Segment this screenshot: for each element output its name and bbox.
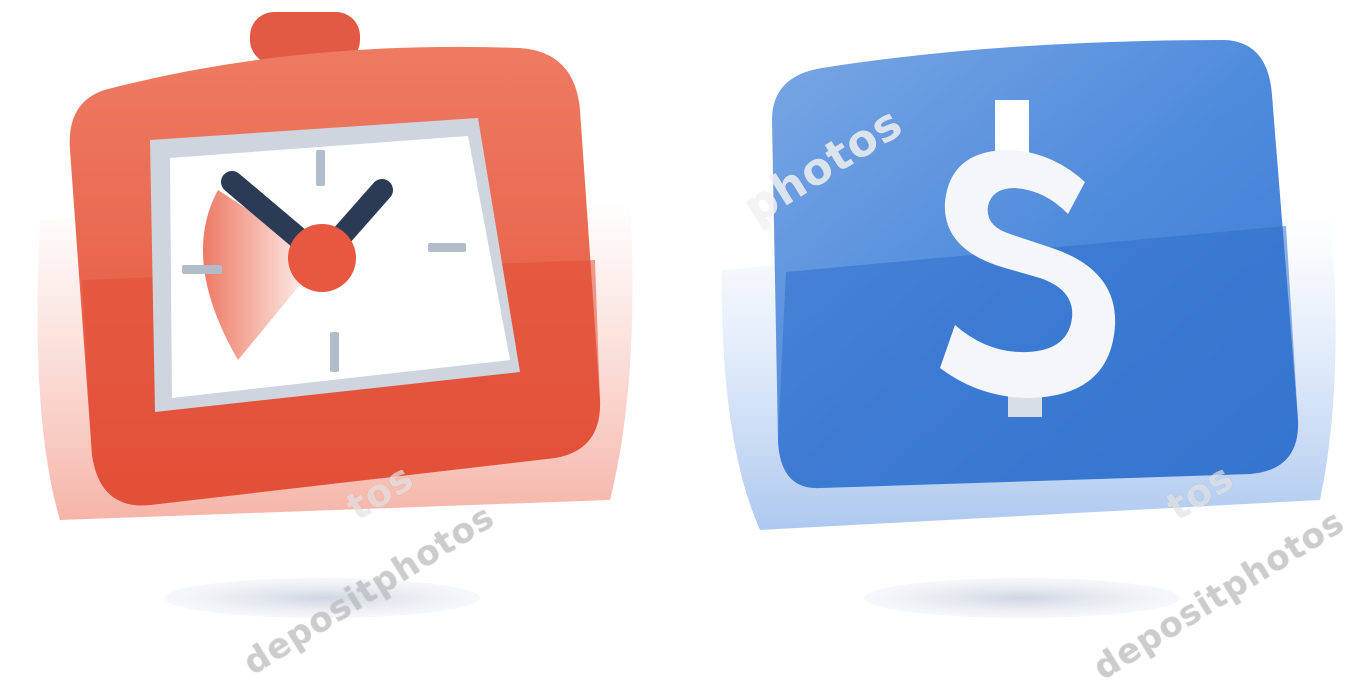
clock-center <box>288 224 356 292</box>
clock-tick-3 <box>428 243 466 252</box>
clock-tick-6 <box>330 332 339 372</box>
money-shadow <box>864 578 1180 618</box>
dollar-card-icon <box>721 40 1336 530</box>
illustration: photos tos tos depositphotos depositphot… <box>0 0 1349 688</box>
illustration-canvas <box>37 12 1336 618</box>
alarm-clock-icon <box>37 12 633 520</box>
clock-shadow <box>164 578 480 618</box>
clock-tick-9 <box>182 265 222 274</box>
dollar-stem-top <box>995 100 1029 158</box>
clock-tick-12 <box>316 150 325 186</box>
